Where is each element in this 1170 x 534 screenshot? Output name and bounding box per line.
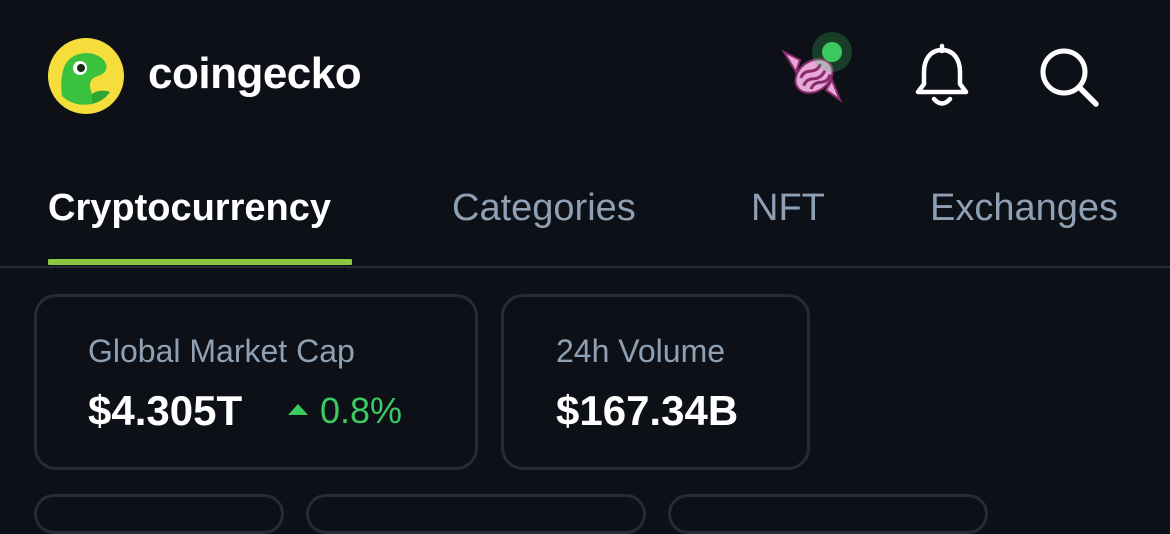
global-market-cap-card[interactable]: Global Market Cap $4.305T 0.8%: [34, 294, 478, 470]
active-tab-indicator: [48, 259, 352, 265]
search-button[interactable]: [1034, 42, 1104, 112]
bell-icon: [915, 43, 969, 106]
brand-name[interactable]: coingecko: [148, 44, 362, 104]
coingecko-logo-icon[interactable]: [48, 38, 124, 114]
market-cap-change: 0.8%: [288, 385, 402, 437]
next-row-card[interactable]: [34, 494, 284, 534]
market-cap-change-text: 0.8%: [320, 390, 403, 431]
tabs-divider: [0, 266, 1170, 268]
next-row-card[interactable]: [668, 494, 988, 534]
caret-up-icon: [288, 403, 308, 415]
next-row-card[interactable]: [306, 494, 646, 534]
market-cap-value: $4.305T: [88, 387, 243, 434]
candy-badge-dot: [812, 32, 852, 72]
market-cap-label: Global Market Cap: [88, 333, 355, 369]
search-icon: [1040, 48, 1099, 107]
notifications-button[interactable]: [910, 42, 974, 112]
volume-label: 24h Volume: [556, 333, 726, 369]
tab-categories[interactable]: Categories: [452, 182, 636, 234]
tab-cryptocurrency[interactable]: Cryptocurrency: [48, 182, 331, 234]
tab-exchanges[interactable]: Exchanges: [930, 182, 1118, 234]
tab-nft[interactable]: NFT: [751, 182, 825, 234]
volume-24h-card[interactable]: 24h Volume $167.34B: [501, 294, 810, 470]
volume-value: $167.34B: [556, 387, 739, 434]
